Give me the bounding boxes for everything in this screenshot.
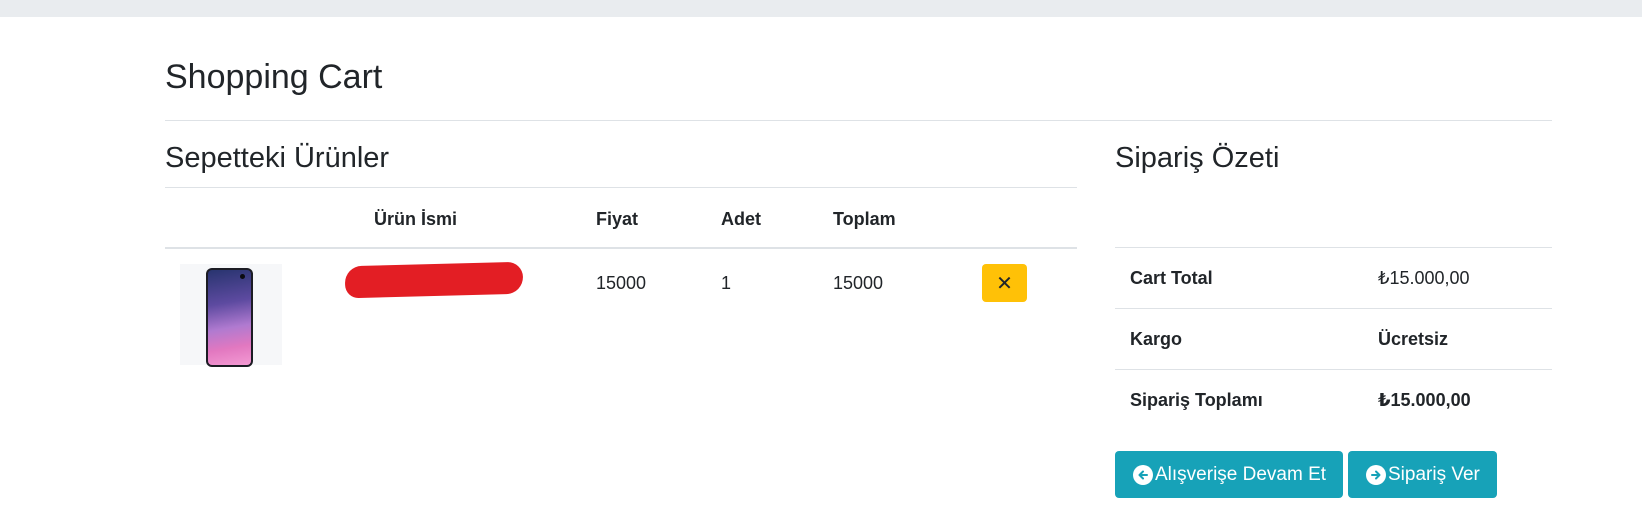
cart-items-table: Ürün İsmi Fiyat Adet Toplam 15000 1 1500… [165, 187, 1077, 375]
summary-row-order-total: Sipariş Toplamı ₺15.000,00 [1115, 369, 1552, 430]
order-summary-title: Sipariş Özeti [1115, 142, 1280, 174]
summary-label: Sipariş Toplamı [1130, 390, 1263, 410]
remove-item-button[interactable]: ✕ [982, 264, 1027, 302]
summary-label: Cart Total [1130, 268, 1213, 288]
arrow-circle-right-icon [1366, 464, 1386, 485]
redacted-product-name [344, 261, 524, 299]
arrow-circle-left-icon [1133, 464, 1153, 485]
order-summary-table: Cart Total ₺15.000,00 Kargo Ücretsiz Sip… [1115, 247, 1552, 430]
table-header: Ürün İsmi Fiyat Adet Toplam [165, 187, 1077, 249]
summary-value: ₺15.000,00 [1378, 268, 1470, 288]
smartphone-image [206, 268, 253, 367]
continue-shopping-label: Alışverişe Devam Et [1155, 463, 1327, 485]
item-price: 15000 [596, 273, 647, 293]
page-title: Shopping Cart [165, 58, 383, 96]
title-divider [165, 120, 1552, 121]
summary-value: ₺15.000,00 [1378, 390, 1471, 410]
table-row: 15000 1 15000 ✕ [165, 249, 1077, 375]
column-header-price: Fiyat [596, 209, 639, 229]
summary-label: Kargo [1130, 329, 1183, 349]
summary-row-shipping: Kargo Ücretsiz [1115, 308, 1552, 369]
column-header-name: Ürün İsmi [374, 209, 458, 229]
place-order-button[interactable]: Sipariş Ver [1348, 451, 1497, 498]
item-total: 15000 [833, 273, 884, 293]
continue-shopping-button[interactable]: Alışverişe Devam Et [1115, 451, 1343, 498]
top-bar [0, 0, 1642, 17]
cart-items-title: Sepetteki Ürünler [165, 142, 390, 174]
column-header-total: Toplam [833, 209, 896, 229]
summary-row-cart-total: Cart Total ₺15.000,00 [1115, 247, 1552, 308]
summary-value: Ücretsiz [1378, 329, 1449, 349]
place-order-label: Sipariş Ver [1388, 463, 1480, 485]
item-quantity: 1 [721, 273, 732, 293]
column-header-quantity: Adet [721, 209, 761, 229]
